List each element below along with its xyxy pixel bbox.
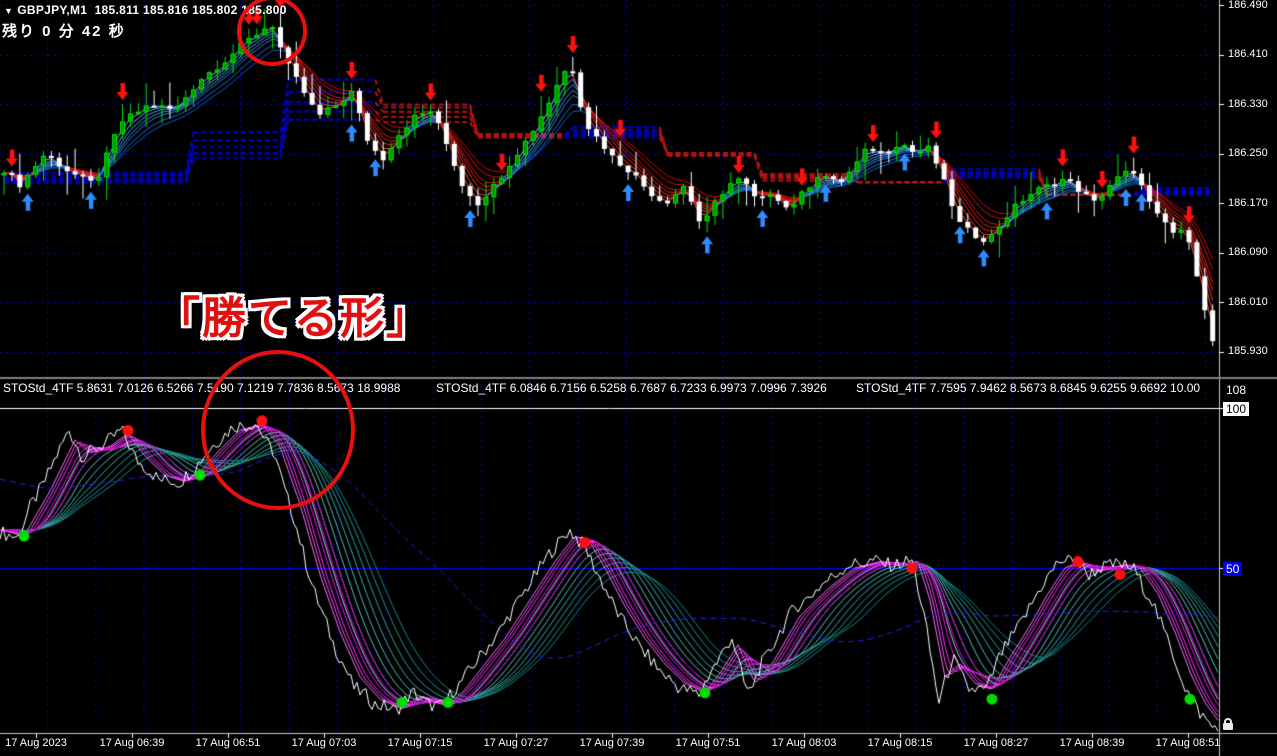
- time-tick-label: 17 Aug 08:27: [964, 737, 1029, 749]
- indicator-level-50-chip: 50: [1223, 562, 1242, 576]
- price-tick-label: 186.170: [1228, 197, 1268, 209]
- time-tick-label: 17 Aug 08:51: [1156, 737, 1221, 749]
- time-tick-label: 17 Aug 07:39: [580, 737, 645, 749]
- chart-canvas[interactable]: [0, 0, 1277, 756]
- price-tick-label: 186.250: [1228, 147, 1268, 159]
- time-tick-label: 17 Aug 07:27: [484, 737, 549, 749]
- time-tick-label: 17 Aug 08:15: [868, 737, 933, 749]
- red-circle-annotation: [201, 350, 355, 510]
- time-tick-label: 17 Aug 08:39: [1060, 737, 1125, 749]
- price-tick-label: 186.010: [1228, 296, 1268, 308]
- time-tick-label: 17 Aug 06:51: [196, 737, 261, 749]
- time-tick-label: 17 Aug 07:03: [292, 737, 357, 749]
- indicator-level-100-chip: 100: [1223, 402, 1249, 416]
- mt4-chart-window: ▼GBPJPY,M1 185.811 185.816 185.802 185.8…: [0, 0, 1277, 756]
- candle-countdown-timer: 残り 0 分 42 秒: [2, 20, 126, 41]
- winning-shape-annotation: 「勝てる形」: [156, 282, 432, 346]
- price-tick-label: 185.930: [1228, 345, 1268, 357]
- symbol-dropdown-icon[interactable]: ▼: [4, 6, 13, 16]
- symbol-period-label: GBPJPY,M1: [17, 3, 87, 17]
- indicator-header-group-3: STOStd_4TF 7.7595 7.9462 8.5673 8.6845 9…: [856, 381, 1200, 395]
- time-tick-label: 17 Aug 2023: [5, 737, 67, 749]
- time-tick-label: 17 Aug 07:15: [388, 737, 453, 749]
- price-tick-label: 186.090: [1228, 246, 1268, 258]
- price-tick-label: 186.410: [1228, 48, 1268, 60]
- indicator-scale-max: 108: [1226, 383, 1246, 397]
- price-tick-label: 186.490: [1228, 0, 1268, 11]
- price-tick-label: 186.330: [1228, 98, 1268, 110]
- indicator-header-group-2: STOStd_4TF 6.0846 6.7156 6.5258 6.7687 6…: [436, 381, 827, 395]
- time-tick-label: 17 Aug 07:51: [676, 737, 741, 749]
- time-tick-label: 17 Aug 08:03: [772, 737, 837, 749]
- time-tick-label: 17 Aug 06:39: [100, 737, 165, 749]
- scale-lock-icon[interactable]: [1223, 723, 1233, 730]
